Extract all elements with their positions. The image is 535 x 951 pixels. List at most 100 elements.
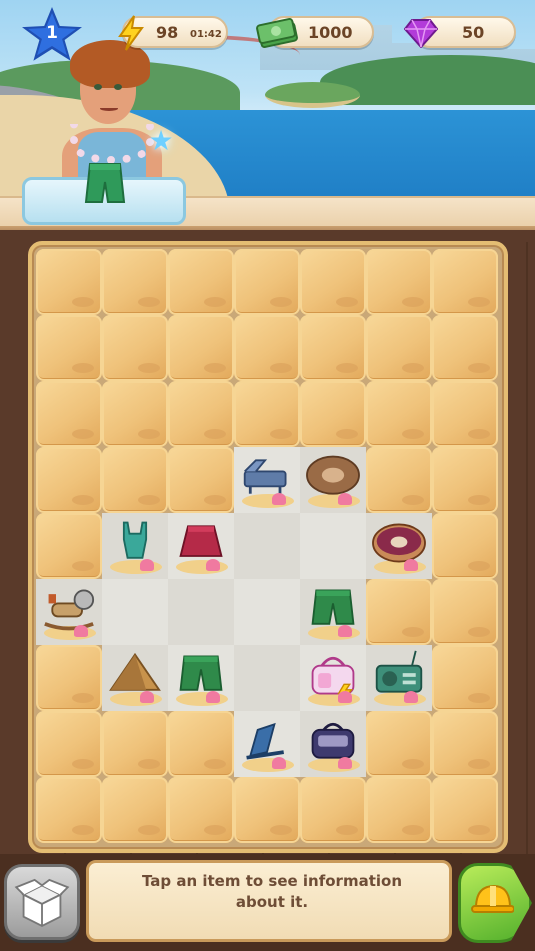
gem-value: 50 [462, 23, 485, 42]
donut-item[interactable] [366, 513, 432, 579]
rocking-horse-item[interactable] [36, 579, 102, 645]
sand-tile[interactable] [102, 315, 168, 381]
sand-tile[interactable] [168, 711, 234, 777]
sand-tile[interactable] [36, 381, 102, 447]
character-eye [114, 84, 122, 90]
board-item[interactable] [168, 513, 234, 579]
cosmetic-bag-icon [311, 722, 355, 759]
shorts-icon [311, 589, 355, 625]
sand-tile[interactable] [102, 447, 168, 513]
sand-tile[interactable] [432, 381, 498, 447]
swimsuit-top-item[interactable] [102, 513, 168, 579]
sand-tile[interactable] [366, 447, 432, 513]
sand-tile[interactable] [36, 315, 102, 381]
character-mouth [100, 106, 118, 111]
sand-tile[interactable] [366, 249, 432, 315]
seashell-icon [140, 691, 154, 703]
sand-tile[interactable] [234, 381, 300, 447]
sand-tile[interactable] [102, 711, 168, 777]
swimsuit-top-icon [122, 521, 148, 559]
shorts-item[interactable] [300, 579, 366, 645]
sand-tile[interactable] [432, 315, 498, 381]
energy-value: 98 [156, 23, 179, 42]
sand-tile[interactable] [366, 579, 432, 645]
beach-chair-icon [246, 722, 284, 760]
board-item[interactable] [36, 579, 102, 645]
sand-tile[interactable] [102, 249, 168, 315]
seashell-icon [404, 691, 418, 703]
rocking-horse-icon [44, 589, 95, 631]
hard-hat-icon [471, 884, 514, 913]
gem-icon [404, 19, 438, 48]
sand-tile[interactable] [432, 249, 498, 315]
counter-edge [0, 226, 535, 230]
empty-cell [168, 579, 234, 645]
empty-cell [102, 579, 168, 645]
sand-tile[interactable] [168, 249, 234, 315]
sand-tile[interactable] [366, 315, 432, 381]
seashell-icon [338, 691, 352, 703]
board-item[interactable] [300, 711, 366, 777]
seashell-icon [338, 625, 352, 637]
sand-tile[interactable] [432, 579, 498, 645]
cosmetic-bag-item[interactable] [300, 711, 366, 777]
sand-tile[interactable] [300, 777, 366, 843]
skirt-icon [179, 525, 223, 557]
island [265, 82, 360, 108]
info-panel: Tap an item to see information about it. [86, 860, 452, 942]
sand-tile[interactable] [168, 315, 234, 381]
empty-cell [234, 645, 300, 711]
board-item[interactable] [234, 711, 300, 777]
sand-tile[interactable] [366, 777, 432, 843]
sand-tile[interactable] [36, 249, 102, 315]
board-item[interactable] [102, 513, 168, 579]
board-item[interactable] [102, 645, 168, 711]
radio-item[interactable] [366, 645, 432, 711]
sand-tile[interactable] [432, 777, 498, 843]
board-item[interactable] [366, 645, 432, 711]
board-item[interactable] [234, 447, 300, 513]
beach-bag-item[interactable] [300, 645, 366, 711]
info-message: Tap an item to see information about it. [141, 872, 403, 911]
level-badge[interactable]: 1 [22, 7, 82, 63]
character-eye [94, 84, 102, 90]
sand-tile[interactable] [300, 315, 366, 381]
shorts-item[interactable] [168, 645, 234, 711]
sand-tile[interactable] [168, 777, 234, 843]
board-item[interactable] [300, 447, 366, 513]
board-item[interactable] [300, 579, 366, 645]
skirt-item[interactable] [168, 513, 234, 579]
sand-tile[interactable] [432, 513, 498, 579]
merge-grid [36, 249, 500, 843]
sand-tile[interactable] [300, 381, 366, 447]
sand-tile[interactable] [102, 777, 168, 843]
sand-tile[interactable] [366, 381, 432, 447]
inventory-button[interactable] [4, 864, 80, 940]
order-shorts-icon[interactable] [84, 160, 126, 206]
sand-tile[interactable] [234, 249, 300, 315]
sand-tile[interactable] [36, 513, 102, 579]
sand-tile[interactable] [168, 447, 234, 513]
board-item[interactable] [366, 513, 432, 579]
sand-tile[interactable] [432, 447, 498, 513]
board-item[interactable] [300, 645, 366, 711]
sand-tile[interactable] [234, 777, 300, 843]
board-item[interactable] [168, 645, 234, 711]
sand-tile[interactable] [300, 249, 366, 315]
pyramid-item[interactable] [102, 645, 168, 711]
sand-tile[interactable] [432, 711, 498, 777]
lightning-icon [118, 15, 144, 51]
sand-tile[interactable] [36, 645, 102, 711]
sand-tile[interactable] [168, 381, 234, 447]
sand-tile[interactable] [36, 711, 102, 777]
beach-lounger-item[interactable] [234, 447, 300, 513]
sand-tile[interactable] [366, 711, 432, 777]
seashell-icon [272, 757, 286, 769]
sand-tile[interactable] [102, 381, 168, 447]
beach-chair-item[interactable] [234, 711, 300, 777]
inflatable-ring-item[interactable] [300, 447, 366, 513]
sand-tile[interactable] [36, 777, 102, 843]
sand-tile[interactable] [234, 315, 300, 381]
sand-tile[interactable] [432, 645, 498, 711]
sand-tile[interactable] [36, 447, 102, 513]
